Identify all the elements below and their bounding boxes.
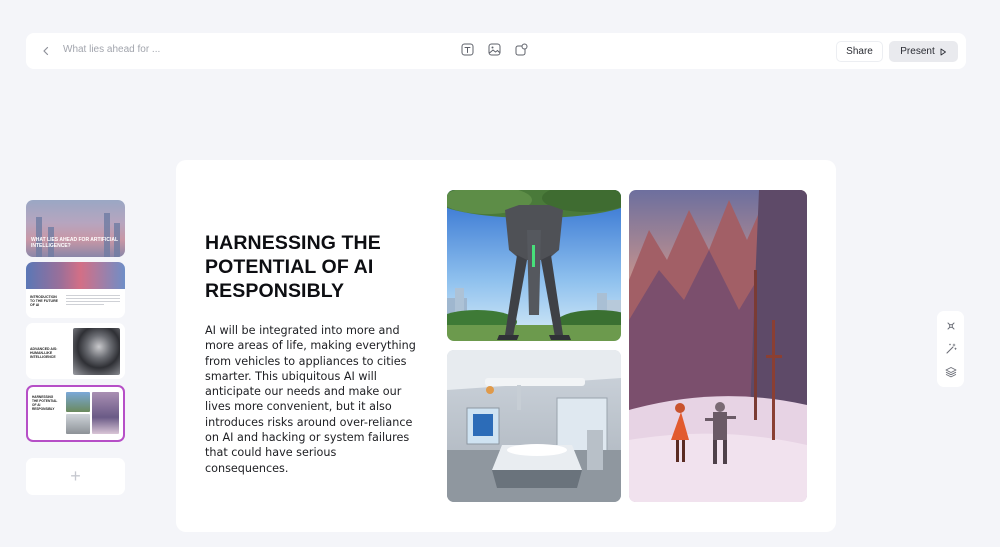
chevron-left-icon <box>43 46 49 56</box>
thumbnail-image <box>92 392 119 434</box>
slide-thumbnail-4-active[interactable]: Harnessing the potential of AI responsib… <box>26 385 125 442</box>
desert-figures-image[interactable] <box>629 190 807 502</box>
ai-magic-button[interactable] <box>944 342 958 356</box>
present-label: Present <box>900 46 935 57</box>
layers-button[interactable] <box>944 365 958 379</box>
back-button[interactable] <box>36 41 56 61</box>
thumbnail-title: Harnessing the potential of AI responsib… <box>32 395 58 411</box>
thumbnail-image <box>26 262 125 289</box>
slide-thumbnail-2[interactable]: Introduction to the future of AI <box>26 262 125 318</box>
document-title[interactable]: What lies ahead for ... <box>63 44 160 55</box>
insert-tools <box>460 42 528 56</box>
thumbnail-title: Advanced AIs: Human-like intelligence <box>30 347 58 360</box>
insert-image-button[interactable] <box>487 42 501 56</box>
giant-robot-city-image[interactable] <box>447 190 621 341</box>
share-button[interactable]: Share <box>836 41 883 62</box>
insert-shape-button[interactable] <box>514 42 528 56</box>
add-slide-button[interactable]: + <box>26 458 125 495</box>
magic-wand-icon <box>945 343 957 354</box>
layers-icon <box>945 366 956 377</box>
image-icon <box>488 43 500 55</box>
insert-text-button[interactable] <box>460 42 474 56</box>
app-frame: What lies ahead for ... Share Present WH… <box>0 0 1000 547</box>
hospital-room-image[interactable] <box>447 350 621 502</box>
present-button[interactable]: Present <box>889 41 958 62</box>
slide-title[interactable]: HARNESSING THE POTENTIAL OF AI RESPONSIB… <box>205 231 420 303</box>
slide-canvas[interactable]: HARNESSING THE POTENTIAL OF AI RESPONSIB… <box>176 160 836 532</box>
slide-thumbnail-3[interactable]: Advanced AIs: Human-like intelligence <box>26 323 125 379</box>
thumbnail-decor <box>104 213 110 257</box>
thumbnail-title: Introduction to the future of AI <box>30 295 58 308</box>
magic-cross-icon <box>947 322 954 330</box>
ai-edit-button[interactable] <box>944 319 958 333</box>
shapes-icon <box>515 43 527 55</box>
thumbnail-image <box>73 328 120 375</box>
thumbnail-image <box>66 392 90 412</box>
thumbnail-text-lines <box>66 295 120 307</box>
play-icon <box>940 48 946 55</box>
plus-icon: + <box>70 466 81 486</box>
slide-thumbnail-1[interactable]: What lies ahead for Artificial Intellige… <box>26 200 125 257</box>
text-box-icon <box>461 43 473 55</box>
side-toolbar <box>937 311 964 387</box>
top-toolbar: What lies ahead for ... Share Present <box>26 33 966 69</box>
thumbnail-image <box>66 414 90 434</box>
slide-body-text[interactable]: AI will be integrated into more and more… <box>205 323 423 476</box>
thumbnail-title: What lies ahead for Artificial Intellige… <box>31 237 118 249</box>
